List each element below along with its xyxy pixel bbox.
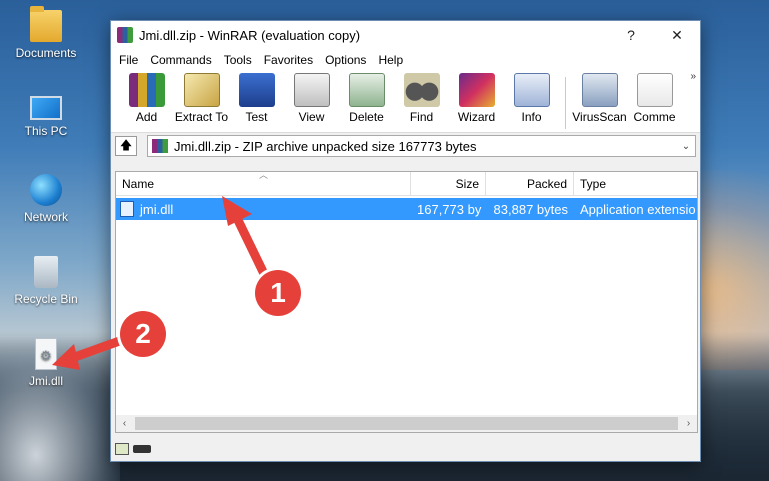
arrow-2 [52, 333, 133, 370]
arrow-1 [222, 196, 273, 287]
step-badge-1: 1 [255, 270, 301, 316]
step-badge-2: 2 [120, 311, 166, 357]
annotation-overlay [52, 196, 273, 370]
